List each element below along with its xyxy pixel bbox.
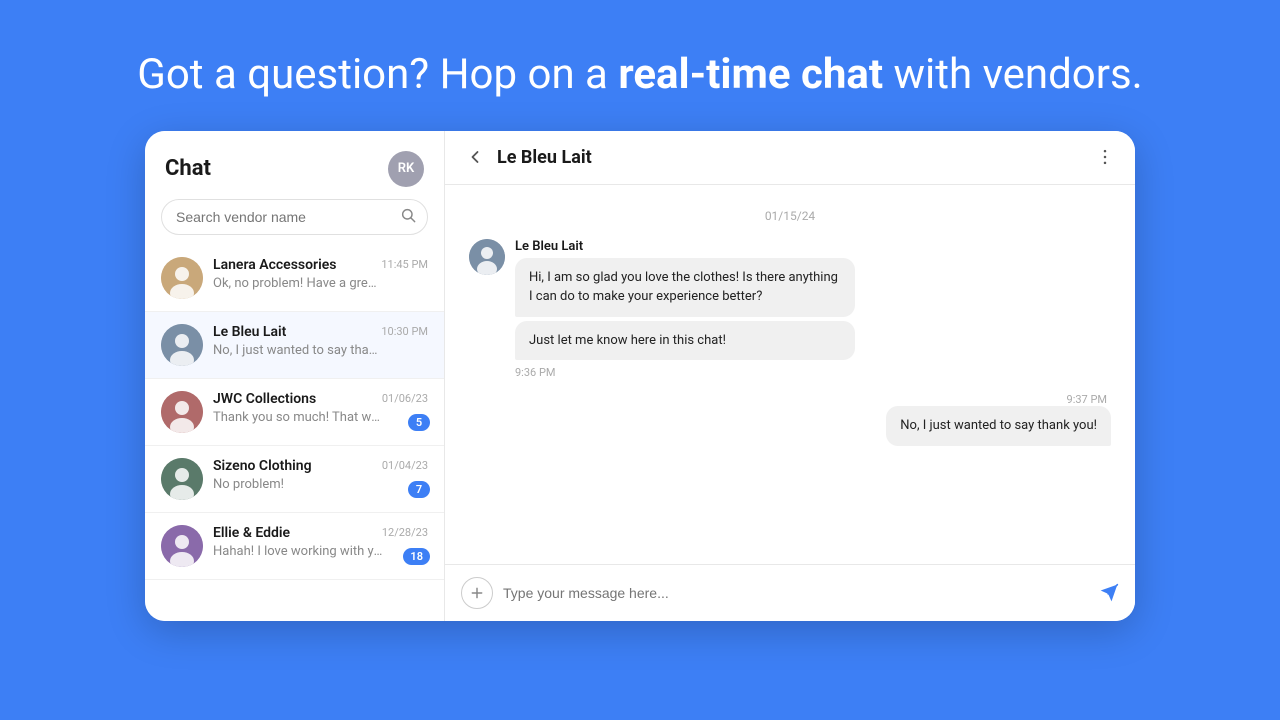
chat-preview-ellie: Hahah! I love working with you Sasha! [213, 544, 383, 559]
chat-item-content-lebleu: Le Bleu Lait 10:30 PM No, I just wanted … [213, 324, 428, 358]
vendor-name-jwc: JWC Collections [213, 391, 316, 407]
msg-bubble-1: Hi, I am so glad you love the clothes! I… [515, 258, 855, 317]
message-group-received: Le Bleu Lait Hi, I am so glad you love t… [469, 239, 1111, 380]
chat-item-lebleu[interactable]: Le Bleu Lait 10:30 PM No, I just wanted … [145, 312, 444, 379]
user-avatar: RK [388, 151, 424, 187]
main-card: Chat RK [145, 131, 1135, 621]
chat-panel: Chat RK [145, 131, 445, 621]
chat-time-lanera: 11:45 PM [381, 258, 428, 271]
chat-item-lanera[interactable]: Lanera Accessories 11:45 PM Ok, no probl… [145, 245, 444, 312]
search-box [161, 199, 428, 235]
badge-jwc: 5 [408, 414, 430, 431]
msg-sent-wrapper: No, I just wanted to say thank you! [886, 406, 1111, 446]
message-row-sent: 9:37 PM No, I just wanted to say thank y… [469, 391, 1111, 446]
chat-window: Le Bleu Lait 01/15/24 [445, 131, 1135, 621]
vendor-name-lebleu: Le Bleu Lait [213, 324, 286, 340]
chat-time-ellie: 12/28/23 [382, 526, 428, 539]
avatar-ellie [161, 525, 203, 567]
chat-window-header: Le Bleu Lait [445, 131, 1135, 185]
msg-content-received: Le Bleu Lait Hi, I am so glad you love t… [515, 239, 855, 380]
chat-preview-lebleu: No, I just wanted to say thank you! [213, 343, 383, 358]
msg-avatar-lebleu [469, 239, 505, 275]
chat-time-lebleu: 10:30 PM [381, 325, 428, 338]
vendor-name-lanera: Lanera Accessories [213, 257, 336, 273]
chat-item-ellie[interactable]: Ellie & Eddie 12/28/23 Hahah! I love wor… [145, 513, 444, 580]
msg-sender-name: Le Bleu Lait [515, 239, 855, 254]
chat-item-content-jwc: JWC Collections 01/06/23 Thank you so mu… [213, 391, 428, 425]
chat-time-sizeno: 01/04/23 [382, 459, 428, 472]
badge-sizeno: 7 [408, 481, 430, 498]
header-text-normal: Got a question? Hop on a [137, 50, 608, 99]
chat-title: Chat [165, 156, 211, 181]
avatar-lebleu [161, 324, 203, 366]
chat-item-sizeno[interactable]: Sizeno Clothing 01/04/23 No problem! 7 [145, 446, 444, 513]
header-text-bold: real-time chat [618, 50, 883, 99]
msg-time-sent: 9:37 PM [1067, 393, 1107, 406]
badge-ellie: 18 [403, 548, 430, 565]
chat-preview-lanera: Ok, no problem! Have a great day! [213, 276, 383, 291]
page-header: Got a question? Hop on a real-time chat … [0, 0, 1280, 131]
avatar-sizeno [161, 458, 203, 500]
chat-item-content-ellie: Ellie & Eddie 12/28/23 Hahah! I love wor… [213, 525, 428, 559]
avatar-lanera [161, 257, 203, 299]
date-divider: 01/15/24 [469, 209, 1111, 223]
vendor-name-ellie: Ellie & Eddie [213, 525, 290, 541]
header-text: Got a question? Hop on a real-time chat … [137, 0, 1142, 129]
vendor-name-sizeno: Sizeno Clothing [213, 458, 312, 474]
message-input-area [445, 564, 1135, 621]
messages-area: 01/15/24 Le Bleu Lait Hi, I am so glad y… [445, 185, 1135, 564]
chat-panel-header: Chat RK [145, 131, 444, 199]
msg-time-received: 9:36 PM [515, 366, 855, 379]
search-input[interactable] [161, 199, 428, 235]
avatar-jwc [161, 391, 203, 433]
chat-item-content-lanera: Lanera Accessories 11:45 PM Ok, no probl… [213, 257, 428, 291]
msg-bubble-2: Just let me know here in this chat! [515, 321, 855, 361]
search-icon [400, 207, 416, 227]
chat-time-jwc: 01/06/23 [382, 392, 428, 405]
more-options-button[interactable] [1095, 147, 1115, 167]
add-attachment-button[interactable] [461, 577, 493, 609]
header-text-end: with vendors. [894, 50, 1143, 99]
chat-item-jwc[interactable]: JWC Collections 01/06/23 Thank you so mu… [145, 379, 444, 446]
chat-preview-sizeno: No problem! [213, 477, 383, 492]
back-button[interactable] [465, 147, 485, 167]
chat-item-content-sizeno: Sizeno Clothing 01/04/23 No problem! [213, 458, 428, 492]
chat-preview-jwc: Thank you so much! That was very helpful… [213, 410, 383, 425]
send-button[interactable] [1099, 583, 1119, 603]
message-input[interactable] [503, 585, 1089, 601]
msg-bubble-sent: No, I just wanted to say thank you! [886, 406, 1111, 446]
chat-list: Lanera Accessories 11:45 PM Ok, no probl… [145, 245, 444, 621]
chat-window-vendor-name: Le Bleu Lait [497, 147, 1095, 168]
